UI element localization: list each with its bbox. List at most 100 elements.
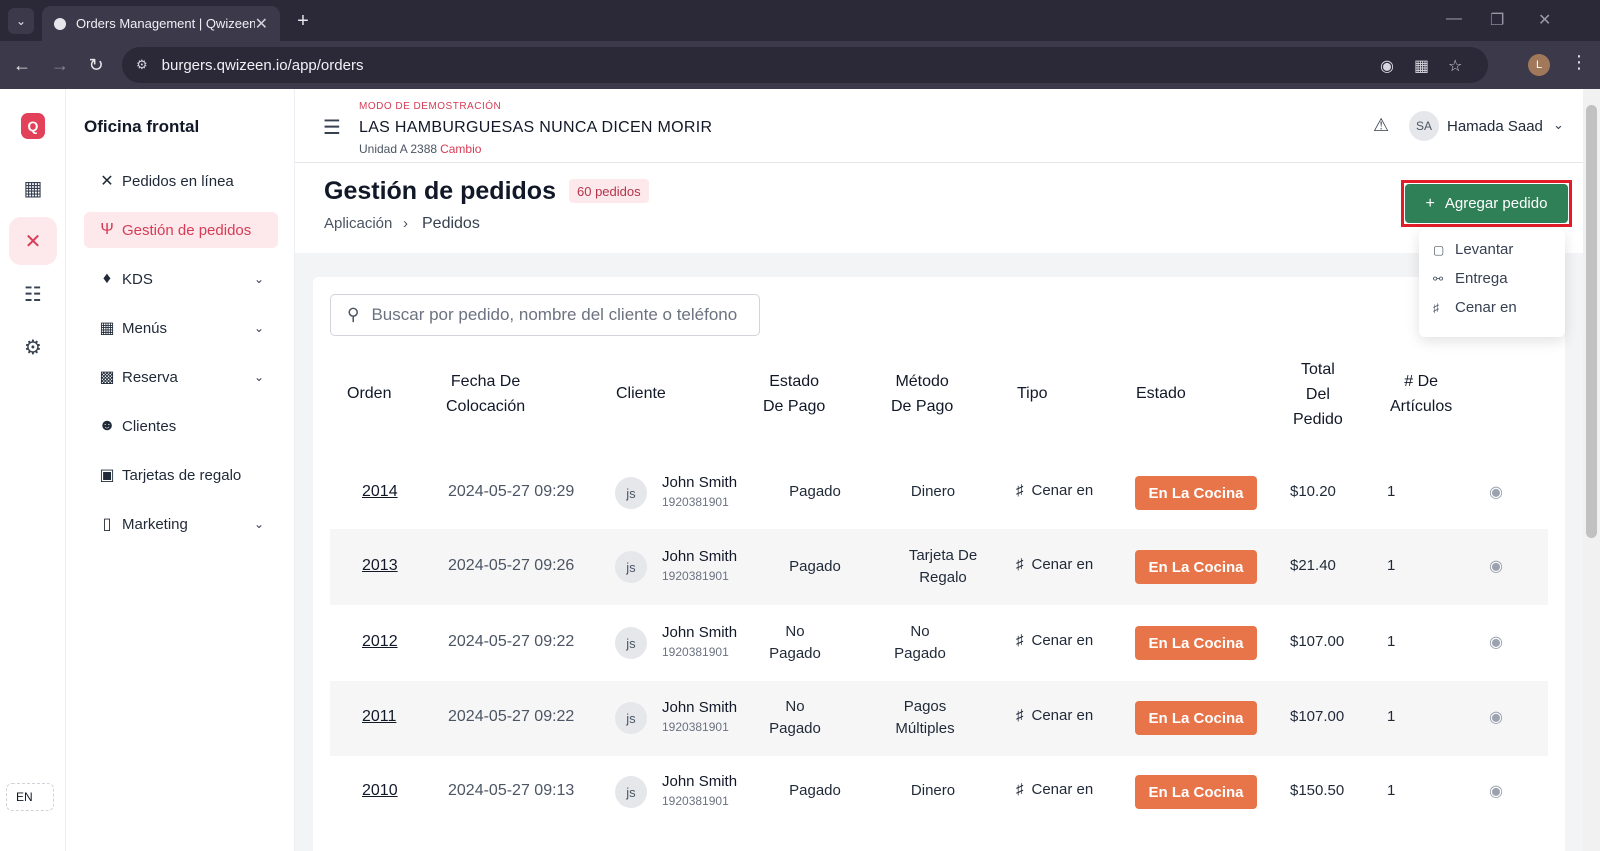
sidebar-item-customers[interactable]: ☻ Clientes	[84, 408, 278, 444]
user-avatar[interactable]: SA	[1409, 111, 1439, 141]
new-tab-button[interactable]: +	[290, 8, 316, 34]
profile-avatar[interactable]: L	[1528, 54, 1550, 76]
header-order[interactable]: Orden	[347, 381, 391, 406]
header-customer[interactable]: Cliente	[616, 381, 666, 406]
scrollbar-thumb[interactable]	[1586, 105, 1597, 538]
customer-name: John Smith	[662, 624, 738, 641]
dashboard-icon[interactable]: ▦	[9, 164, 57, 212]
forward-icon[interactable]: →	[48, 53, 72, 77]
user-name[interactable]: Hamada Saad	[1447, 118, 1543, 135]
search-box[interactable]: ⚲	[330, 294, 760, 336]
add-order-label: Agregar pedido	[1444, 195, 1548, 212]
dropdown-item-delivery[interactable]: ⚯ Entrega	[1433, 270, 1508, 287]
add-order-button[interactable]: + Agregar pedido	[1405, 184, 1568, 223]
dropdown-item-dine-in[interactable]: ♯ Cenar en	[1433, 299, 1517, 316]
hamburger-menu-icon[interactable]: ☰	[323, 115, 341, 140]
scooter-icon: ⚯	[1433, 271, 1444, 286]
table-row[interactable]: 2011 2024-05-27 09:22 js John Smith 1920…	[330, 681, 1548, 756]
minimize-icon[interactable]: —	[1446, 10, 1462, 28]
browser-menu-icon[interactable]: ⋮	[1570, 52, 1588, 73]
sidebar-item-kds[interactable]: ♦ KDS ⌄	[84, 261, 278, 297]
table-row[interactable]: 2010 2024-05-27 09:13 js John Smith 1920…	[330, 756, 1548, 828]
header-date[interactable]: Fecha De Colocación	[446, 369, 525, 419]
page-title: Gestión de pedidos	[324, 177, 556, 205]
chevron-down-icon: ⌄	[253, 272, 264, 286]
order-type-text: Cenar en	[1031, 632, 1094, 649]
page-scrollbar[interactable]	[1583, 89, 1600, 851]
chef-hat-icon: ♦	[102, 270, 112, 287]
sidebar-item-online-orders[interactable]: ✕ Pedidos en línea	[84, 163, 278, 199]
settings-gear-icon[interactable]: ⚙	[9, 323, 57, 371]
status-badge[interactable]: En La Cocina	[1135, 626, 1257, 660]
header-total[interactable]: Total Del Pedido	[1293, 357, 1343, 432]
customer-name: John Smith	[662, 474, 738, 491]
view-order-icon[interactable]: ◉	[1489, 482, 1503, 502]
customer-phone: 1920381901	[662, 495, 729, 509]
language-switcher[interactable]: EN	[6, 783, 54, 811]
sidebar-item-gift-cards[interactable]: ▣ Tarjetas de regalo	[84, 457, 278, 493]
view-order-icon[interactable]: ◉	[1489, 707, 1503, 727]
qwizeen-logo[interactable]: Q	[21, 113, 45, 139]
payment-method-text: Dinero	[910, 483, 956, 500]
dine-in-icon: ♯	[1016, 632, 1024, 649]
view-order-icon[interactable]: ◉	[1489, 556, 1503, 576]
orders-card: ⚲ Orden Fecha De Colocación Cliente Esta…	[313, 277, 1565, 851]
order-total: $107.00	[1290, 633, 1345, 650]
search-input[interactable]	[371, 305, 742, 325]
close-window-icon[interactable]: ✕	[1538, 10, 1551, 30]
sidebar-item-reservation[interactable]: ▩ Reserva ⌄	[84, 359, 278, 395]
dropdown-item-pickup[interactable]: ▢ Levantar	[1433, 241, 1513, 258]
sidebar-item-marketing[interactable]: ▯ Marketing ⌄	[84, 506, 278, 542]
header-type[interactable]: Tipo	[1017, 381, 1048, 406]
org-chart-icon[interactable]: ☷	[9, 270, 57, 318]
breadcrumb-app[interactable]: Aplicación	[324, 215, 392, 232]
order-type: ♯ Cenar en	[1016, 632, 1093, 649]
header-payment-method[interactable]: Método De Pago	[891, 369, 953, 419]
order-number-link[interactable]: 2014	[362, 483, 398, 501]
payment-method: No Pagado	[875, 621, 965, 665]
status-badge[interactable]: En La Cocina	[1135, 476, 1257, 510]
items-count: 1	[1387, 633, 1396, 650]
customer-name: John Smith	[662, 548, 738, 565]
page-header: Gestión de pedidos 60 pedidos Aplicación…	[295, 163, 1583, 253]
chevron-down-icon: ⌄	[253, 370, 264, 384]
browser-tab[interactable]: Orders Management | Qwizeen ✕	[42, 6, 280, 41]
view-order-icon[interactable]: ◉	[1489, 632, 1503, 652]
table-row[interactable]: 2012 2024-05-27 09:22 js John Smith 1920…	[330, 605, 1548, 681]
header-status[interactable]: Estado	[1136, 381, 1186, 406]
order-number-link[interactable]: 2010	[362, 782, 398, 800]
translate-icon[interactable]: ▦	[1414, 56, 1429, 76]
notifications-off-icon[interactable]: ⚠	[1373, 115, 1389, 136]
status-badge[interactable]: En La Cocina	[1135, 775, 1257, 809]
header-payment-status[interactable]: Estado De Pago	[763, 369, 825, 419]
status-badge[interactable]: En La Cocina	[1135, 550, 1257, 584]
dropdown-item-label: Levantar	[1455, 241, 1514, 258]
breadcrumb-current: Pedidos	[422, 215, 480, 232]
back-icon[interactable]: ←	[10, 53, 34, 77]
order-number-link[interactable]: 2012	[362, 633, 398, 651]
status-badge[interactable]: En La Cocina	[1135, 701, 1257, 735]
header-total-line1: Total	[1301, 361, 1335, 378]
close-tab-icon[interactable]: ✕	[255, 14, 268, 34]
payment-method: Pagos Múltiples	[875, 696, 975, 740]
customer-name: John Smith	[662, 699, 738, 716]
order-number-link[interactable]: 2011	[362, 708, 396, 726]
reload-icon[interactable]: ↻	[84, 53, 108, 77]
change-unit-link[interactable]: Cambio	[440, 142, 481, 156]
restore-icon[interactable]: ❐	[1490, 10, 1504, 30]
view-order-icon[interactable]: ◉	[1489, 781, 1503, 801]
table-row[interactable]: 2014 2024-05-27 09:29 js John Smith 1920…	[330, 457, 1548, 529]
sidebar-item-order-management[interactable]: Ψ Gestión de pedidos	[84, 212, 278, 248]
address-bar[interactable]: ⚙ burgers.qwizeen.io/app/orders ◉ ▦ ☆	[122, 47, 1488, 83]
eye-off-icon[interactable]: ◉	[1380, 56, 1394, 76]
payment-status: No Pagado	[750, 696, 840, 740]
header-items[interactable]: # De Artículos	[1390, 369, 1452, 419]
site-info-icon[interactable]: ⚙	[136, 57, 148, 73]
order-number-link[interactable]: 2013	[362, 557, 398, 575]
fork-knife-icon[interactable]: ✕	[9, 217, 57, 265]
chevron-down-icon[interactable]: ⌄	[1553, 117, 1564, 133]
table-row[interactable]: 2013 2024-05-27 09:26 js John Smith 1920…	[330, 529, 1548, 605]
tab-search-button[interactable]: ⌄	[8, 8, 34, 34]
bookmark-star-icon[interactable]: ☆	[1448, 56, 1462, 76]
sidebar-item-menus[interactable]: ▦ Menús ⌄	[84, 310, 278, 346]
